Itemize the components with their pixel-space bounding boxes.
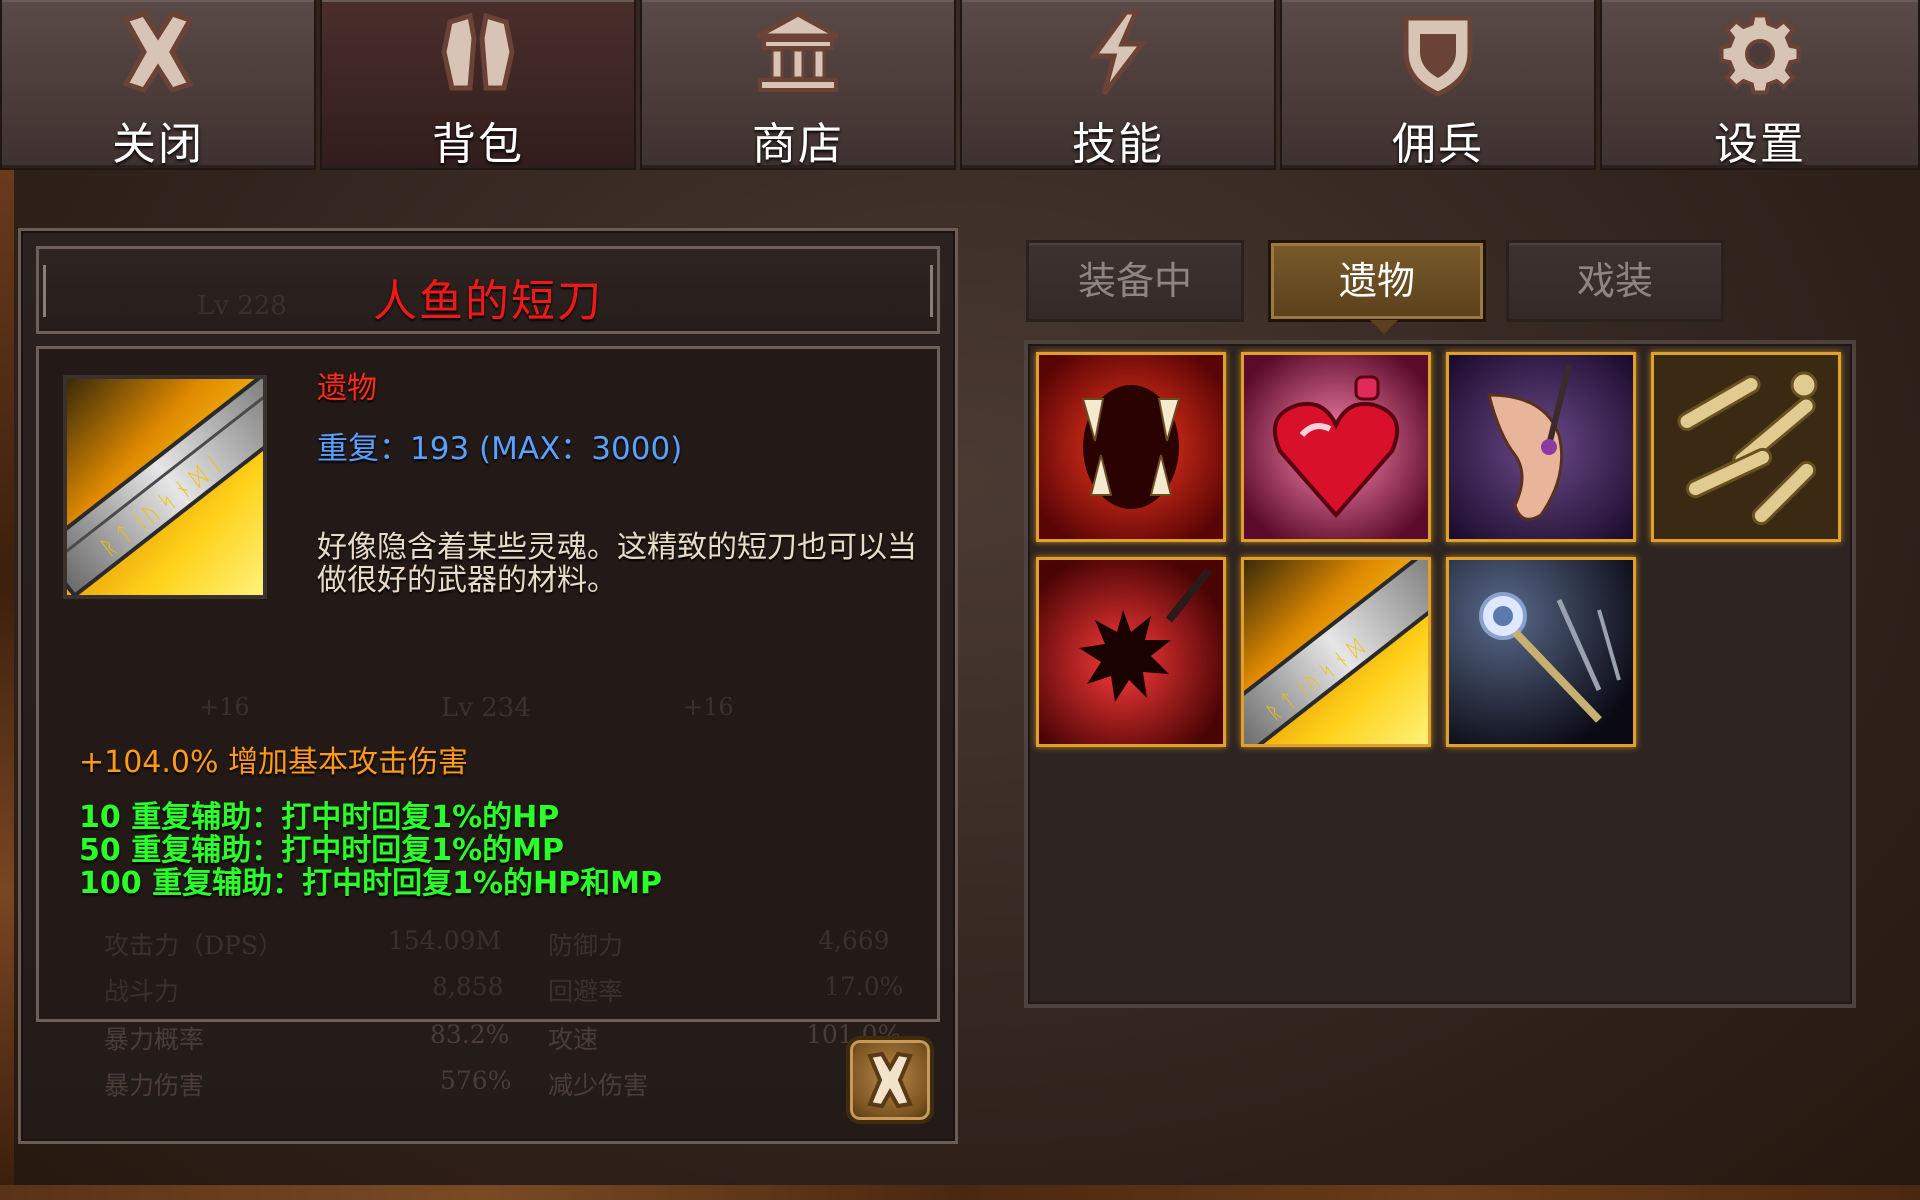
ghost-stat-label: 暴力伤害 xyxy=(104,1071,205,1100)
close-x-icon xyxy=(122,11,194,93)
nav-tab-shop[interactable]: 商店 xyxy=(640,0,956,170)
ghost-stat-value: 576% xyxy=(440,1066,512,1095)
ghost-plus-b: +16 xyxy=(683,693,734,721)
relic-slot[interactable] xyxy=(1036,352,1226,542)
ghost-stat-label: 战斗力 xyxy=(104,977,180,1006)
nav-tab-close[interactable]: 关闭 xyxy=(0,0,316,170)
nav-tab-skills[interactable]: 技能 xyxy=(960,0,1276,170)
nav-label-bag: 背包 xyxy=(432,119,524,170)
nav-tab-mercenary[interactable]: 佣兵 xyxy=(1280,0,1596,170)
relic-slot[interactable] xyxy=(1446,352,1636,542)
nav-label-close: 关闭 xyxy=(112,119,204,170)
mermaid-dagger-icon: ᚱ ᛏ ᛁᚢ ᛋ ᚾ ᛞ ᛁ xyxy=(67,379,263,595)
frame-border-bottom xyxy=(0,1185,1920,1200)
relic-slot[interactable] xyxy=(1036,557,1226,747)
nav-label-settings: 设置 xyxy=(1714,119,1806,170)
bones-icon xyxy=(1654,355,1838,539)
frame-border-left xyxy=(0,170,14,1200)
item-description: 好像隐含着某些灵魂。这精致的短刀也可以当做很好的武器的材料。 xyxy=(317,530,917,598)
relic-slot[interactable] xyxy=(1446,557,1636,747)
item-main-stat: +104.0% 增加基本攻击伤害 xyxy=(79,745,469,780)
ghost-level-b: Lv 234 xyxy=(441,693,531,723)
bonus-line: 10 重复辅助：打中时回复1%的HP xyxy=(79,800,560,835)
relic-slot[interactable]: ᚱ ᛏ ᛁᚢ ᛋ ᚾ ᛞ xyxy=(1241,557,1431,747)
bonus-line: 50 重复辅助：打中时回复1%的MP xyxy=(79,833,564,868)
ghost-stat-value: 83.2% xyxy=(430,1020,510,1049)
subtab-equipped[interactable]: 装备中 xyxy=(1026,240,1244,322)
nav-label-shop: 商店 xyxy=(752,119,844,170)
nav-label-skills: 技能 xyxy=(1072,119,1164,170)
ghost-stat-label: 攻击力（DPS） xyxy=(104,931,283,960)
bag-icon xyxy=(441,12,515,91)
close-detail-button[interactable] xyxy=(846,1036,934,1124)
item-title-bar: Lv 228 人鱼的短刀 xyxy=(36,246,940,334)
relic-slot[interactable] xyxy=(1241,352,1431,542)
shop-building-icon xyxy=(756,11,840,92)
ghost-stat-value: 8,858 xyxy=(432,972,504,1001)
ghost-stat-label: 减少伤害 xyxy=(548,1071,649,1100)
ghost-stat-label: 防御力 xyxy=(548,931,624,960)
relic-slot[interactable] xyxy=(1651,352,1841,542)
ghost-stat-label: 攻速 xyxy=(548,1025,599,1054)
elf-ear-icon xyxy=(1449,355,1633,539)
item-repeat-count: 重复：193 (MAX：3000) xyxy=(317,431,683,467)
heart-potion-icon xyxy=(1244,355,1428,539)
ghost-stat-label: 暴力概率 xyxy=(104,1025,205,1054)
nav-tab-bag[interactable]: 背包 xyxy=(320,0,636,170)
item-type-label: 遗物 xyxy=(317,371,377,406)
ghost-plus-a: +16 xyxy=(199,693,250,721)
top-navigation: 关闭 背包 商店 技能 佣兵 设置 xyxy=(0,0,1920,172)
ghost-stat-value: 154.09M xyxy=(388,926,502,955)
nav-label-mercenary: 佣兵 xyxy=(1392,119,1484,170)
spiked-flail-icon xyxy=(1039,560,1223,744)
nav-tab-settings[interactable]: 设置 xyxy=(1600,0,1920,170)
item-name: 人鱼的短刀 xyxy=(373,276,603,327)
fangs-mouth-icon xyxy=(1039,355,1223,539)
subtab-costume[interactable]: 戏装 xyxy=(1506,240,1724,322)
item-icon-frame: ᚱ ᛏ ᛁᚢ ᛋ ᚾ ᛞ ᛁ xyxy=(63,375,267,599)
magic-staff-icon xyxy=(1449,560,1633,744)
ghost-stat-label: 回避率 xyxy=(548,977,624,1006)
subtab-relics[interactable]: 遗物 xyxy=(1268,240,1486,322)
mermaid-dagger-icon: ᚱ ᛏ ᛁᚢ ᛋ ᚾ ᛞ xyxy=(1244,560,1428,744)
gear-icon xyxy=(1719,13,1801,95)
bonus-line: 100 重复辅助：打中时回复1%的HP和MP xyxy=(79,866,662,901)
shield-icon xyxy=(1403,15,1473,97)
item-info-box: +16 Lv 234 +16 ᚱ ᛏ ᛁᚢ ᛋ ᚾ ᛞ ᛁ 遗物 重复：193 … xyxy=(36,346,940,1022)
ghost-stat-value: 4,669 xyxy=(818,926,890,955)
item-bonus-list: 10 重复辅助：打中时回复1%的HP 50 重复辅助：打中时回复1%的MP 10… xyxy=(79,801,662,900)
active-subtab-pointer xyxy=(1370,320,1398,334)
close-x-icon xyxy=(867,1051,913,1109)
lightning-icon xyxy=(1089,9,1148,96)
ghost-stat-value: 17.0% xyxy=(824,972,904,1001)
